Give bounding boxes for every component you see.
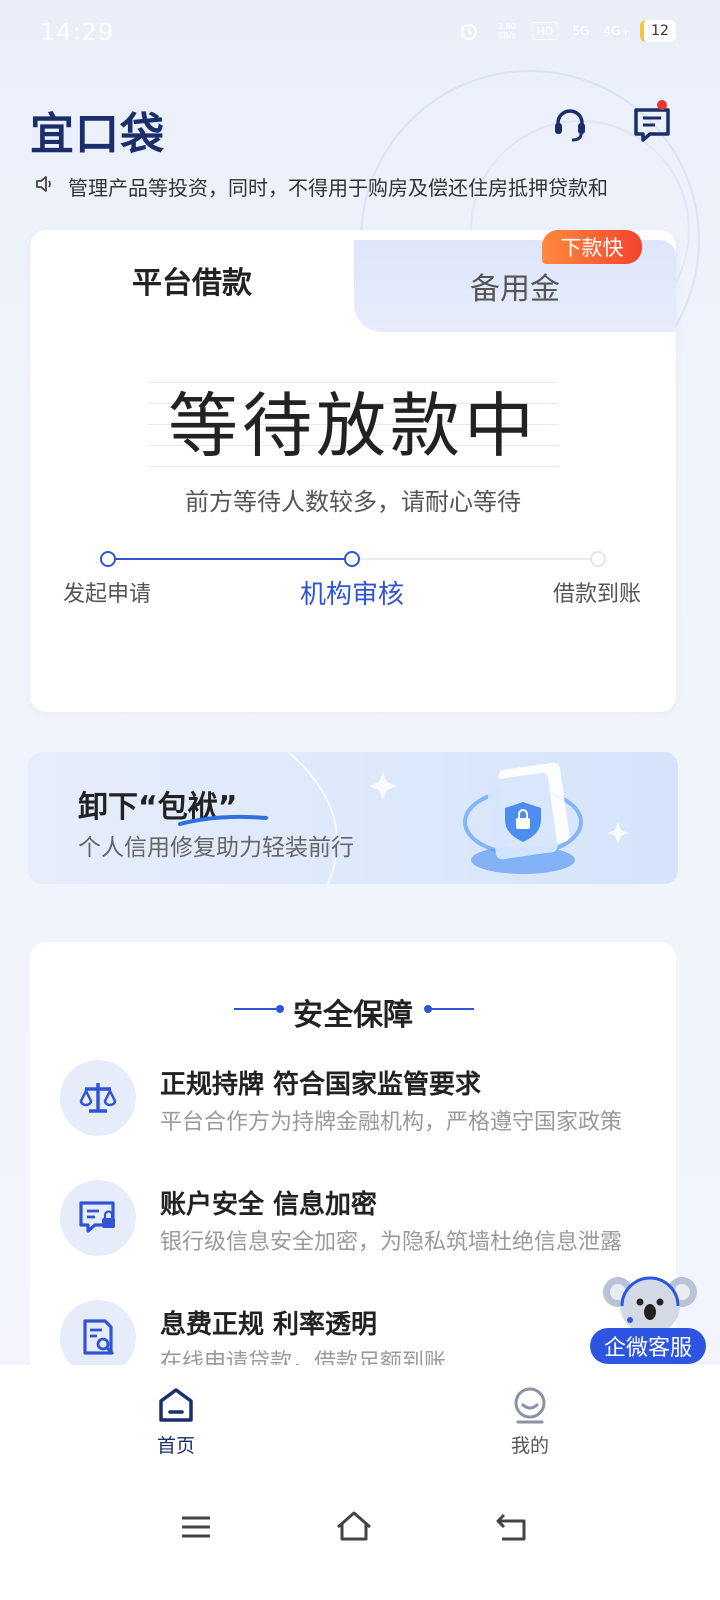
feature-item-account-security: 账户安全 信息加密 银行级信息安全加密，为隐私筑墙杜绝信息泄露 [60, 1180, 660, 1260]
fast-payout-badge: 下款快 [542, 230, 642, 264]
status-subtitle: 前方等待人数较多，请耐心等待 [185, 488, 521, 516]
scale-icon [60, 1060, 136, 1136]
status-bar: 14:29 2.80 KB/s HD 5G 4G+ 12 [0, 0, 720, 70]
signal-5g-icon: 5G [572, 24, 590, 38]
app-logo: 宜口袋 [30, 109, 165, 160]
announcement-text: 管理产品等投资，同时，不得用于购房及偿还住房抵押贷款和 [68, 175, 608, 200]
system-navigation-bar [0, 1475, 720, 1600]
speaker-icon [34, 173, 56, 199]
banner-underline [178, 814, 268, 826]
back-icon[interactable] [490, 1505, 534, 1549]
step-dot-2 [344, 551, 360, 567]
feature-description: 银行级信息安全加密，为隐私筑墙杜绝信息泄露 [160, 1230, 623, 1255]
step-dot-3 [590, 551, 606, 567]
status-icons: 2.80 KB/s HD 5G 4G+ 12 [456, 20, 676, 42]
bottom-navigation: 首页 我的 [0, 1365, 720, 1475]
menu-icon[interactable] [174, 1505, 218, 1549]
credit-repair-banner[interactable]: 卸下“包袱” 个人信用修复助力轻装前行 [28, 752, 678, 884]
tab-platform-loan[interactable]: 平台借款 [30, 230, 354, 330]
title-decoration-right [424, 1005, 474, 1013]
status-time: 14:29 [40, 18, 115, 46]
feature-title: 正规持牌 符合国家监管要求 [160, 1070, 482, 1100]
battery-icon: 12 [640, 20, 676, 42]
headset-icon[interactable] [550, 104, 590, 144]
step-label-apply: 发起申请 [63, 582, 152, 607]
nav-profile-label: 我的 [510, 1435, 549, 1457]
security-title: 安全保障 [293, 998, 413, 1033]
status-title: 等待放款中 [168, 385, 538, 467]
feature-title: 账户安全 信息加密 [160, 1190, 378, 1220]
feature-item-licensed: 正规持牌 符合国家监管要求 平台合作方为持牌金融机构，严格遵守国家政策 [60, 1060, 660, 1140]
alarm-icon [456, 20, 482, 42]
step-label-review: 机构审核 [300, 580, 405, 610]
home-outline-icon[interactable] [332, 1505, 376, 1549]
nav-home-label: 首页 [156, 1435, 195, 1457]
message-icon[interactable] [632, 104, 672, 144]
notification-dot [657, 100, 667, 110]
signal-4g-icon: 4G+ [603, 24, 631, 38]
shield-lock-illustration [463, 762, 583, 874]
home-icon [159, 1388, 193, 1422]
step-dot-1 [100, 551, 116, 567]
hd-icon: HD [532, 22, 558, 40]
security-guarantee-card: 安全保障 正规持牌 符合国家监管要求 平台合作方为持牌金融机构，严格遵守国家政策 [30, 942, 676, 1422]
chat-lock-icon [60, 1180, 136, 1256]
profile-icon [514, 1387, 546, 1424]
wecom-customer-service[interactable]: 企微客服 [590, 1266, 708, 1366]
nav-profile[interactable]: 我的 [470, 1385, 590, 1458]
banner-subtitle: 个人信用修复助力轻装前行 [78, 835, 354, 861]
progress-track [100, 551, 606, 567]
announcement-marquee[interactable]: 管理产品等投资，同时，不得用于购房及偿还住房抵押贷款和 [34, 170, 694, 202]
loan-status-card: 备用金 平台借款 下款快 等待放款中 前方等待人数较多，请耐心等待 发起申请 机… [30, 230, 676, 712]
nav-home[interactable]: 首页 [116, 1385, 236, 1458]
feature-description: 平台合作方为持牌金融机构，严格遵守国家政策 [160, 1110, 623, 1135]
step-label-received: 借款到账 [553, 582, 642, 607]
feature-title: 息费正规 利率透明 [160, 1310, 378, 1340]
net-speed: 2.80 KB/s [498, 22, 516, 40]
wecom-service-button[interactable]: 企微客服 [590, 1328, 706, 1364]
